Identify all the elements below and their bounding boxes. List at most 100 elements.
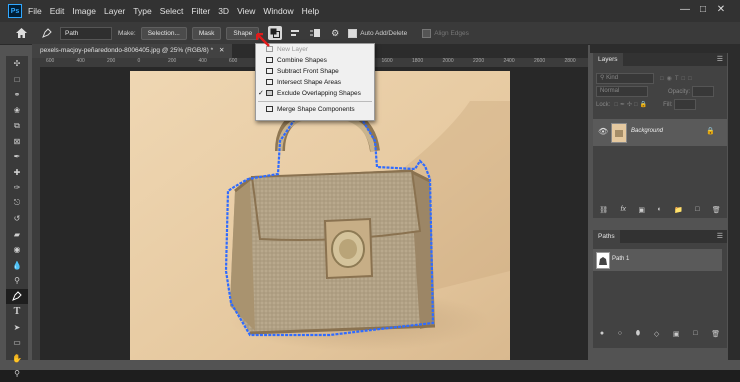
healing-brush-tool-icon[interactable]: ✚ (6, 165, 28, 181)
group-icon[interactable]: 📁 (674, 206, 683, 214)
make-selection-button[interactable]: Selection... (140, 26, 187, 40)
align-edges-checkbox[interactable]: Align Edges (422, 28, 469, 38)
menu-item-label: Merge Shape Components (277, 106, 355, 113)
delete-path-icon[interactable]: 🗑 (711, 330, 720, 338)
history-brush-tool-icon[interactable]: ↺ (6, 211, 28, 227)
paths-tab[interactable]: Paths (593, 230, 620, 243)
menu-window[interactable]: Window (263, 6, 293, 16)
new-path-icon[interactable]: □ (693, 330, 697, 337)
highlight-arrow-icon (256, 33, 270, 47)
close-icon[interactable]: ✕ (714, 3, 728, 17)
type-tool-icon[interactable]: T (6, 304, 28, 320)
layer-filter-row: ⚲ Kind □◉T□□ (593, 72, 727, 85)
menu-select[interactable]: Select (160, 6, 184, 16)
path-operations-icon[interactable] (268, 26, 283, 40)
load-as-selection-icon[interactable]: ⬮ (636, 330, 640, 338)
stroke-path-icon[interactable]: ○ (618, 330, 622, 337)
path-alignment-icon[interactable] (288, 26, 302, 40)
path-arrangement-icon[interactable] (308, 26, 322, 40)
pen-tool-icon[interactable] (6, 288, 28, 304)
layer-background-row[interactable]: 👁 Background 🔒 (593, 119, 727, 146)
menu-item-new-layer[interactable]: New Layer (256, 44, 374, 55)
kind-filter-label: Kind (606, 75, 619, 81)
ruler-tick-label: 2200 (473, 58, 485, 64)
minimize-icon[interactable]: — (678, 3, 692, 17)
eye-icon[interactable]: 👁 (598, 127, 608, 136)
ruler-tick-label: 600 (229, 58, 238, 64)
blend-mode-select[interactable]: Normal (596, 86, 648, 97)
marquee-tool-icon[interactable]: □ (6, 72, 28, 88)
hand-tool-icon[interactable]: ✋ (6, 351, 28, 367)
kind-filter-select[interactable]: ⚲ Kind (596, 73, 654, 84)
document-tab[interactable]: pexels-macjoy-peñaredondo-8006405.jpg @ … (32, 44, 233, 58)
add-mask-icon[interactable]: ▣ (673, 330, 680, 338)
auto-add-delete-checkbox[interactable]: Auto Add/Delete (348, 28, 407, 38)
dodge-tool-icon[interactable]: ⚲ (6, 273, 28, 289)
menu-filter[interactable]: Filter (191, 6, 210, 16)
right-collapse-bar (728, 44, 740, 360)
fill-path-icon[interactable]: ● (600, 330, 604, 337)
menu-item-combine-shapes[interactable]: Combine Shapes (256, 55, 374, 66)
menu-item-intersect-shape-areas[interactable]: Intersect Shape Areas (256, 77, 374, 88)
adjustment-layer-icon[interactable]: ◐ (657, 206, 661, 213)
quick-selection-tool-icon[interactable]: ❀ (6, 103, 28, 119)
clone-stamp-tool-icon[interactable]: ⎋ (6, 196, 28, 212)
ruler-tick-label: 2800 (564, 58, 576, 64)
pen-tool-icon[interactable] (40, 26, 54, 40)
maximize-icon[interactable]: □ (696, 3, 710, 17)
blend-row: Normal Opacity: (593, 85, 727, 98)
make-shape-button[interactable]: Shape (226, 26, 260, 40)
path-selection-tool-icon[interactable]: ➤ (6, 320, 28, 336)
align-edges-label: Align Edges (434, 29, 469, 37)
panel-menu-icon[interactable]: ☰ (717, 230, 723, 243)
crop-tool-icon[interactable]: ⧉ (6, 118, 28, 134)
layer-name: Background (631, 128, 664, 134)
layers-panel-header: Layers ☰ (593, 53, 727, 66)
menu-layer[interactable]: Layer (104, 6, 125, 16)
menu-item-subtract-front-shape[interactable]: Subtract Front Shape (256, 66, 374, 77)
fx-icon[interactable]: fx (621, 206, 626, 213)
brush-tool-icon[interactable]: ✑ (6, 180, 28, 196)
menu-3d[interactable]: 3D (218, 6, 229, 16)
menu-item-exclude-overlapping-shapes[interactable]: ✓ Exclude Overlapping Shapes (256, 88, 374, 99)
document-tab-title: pexels-macjoy-peñaredondo-8006405.jpg @ … (40, 47, 214, 54)
menu-item-merge-shape-components[interactable]: Merge Shape Components (256, 104, 374, 115)
home-icon[interactable] (14, 26, 28, 40)
layers-tab[interactable]: Layers (593, 53, 623, 66)
delete-layer-icon[interactable]: 🗑 (712, 206, 721, 214)
zoom-tool-icon[interactable]: ⚲ (6, 366, 28, 382)
close-tab-icon[interactable]: ✕ (219, 47, 224, 54)
ruler-tick-label: 400 (198, 58, 207, 64)
gear-icon[interactable]: ⚙ (328, 26, 342, 40)
panel-collapse-strip[interactable]: » (590, 44, 740, 53)
make-work-path-icon[interactable]: ◇ (654, 330, 659, 338)
fill-field[interactable] (674, 99, 697, 110)
panel-menu-icon[interactable]: ☰ (717, 53, 723, 66)
new-layer-icon[interactable]: □ (695, 206, 699, 213)
frame-tool-icon[interactable]: ⊠ (6, 134, 28, 150)
menu-view[interactable]: View (237, 6, 255, 16)
paint-bucket-tool-icon[interactable]: ◉ (6, 242, 28, 258)
tool-mode-select[interactable]: Path (60, 26, 112, 40)
make-mask-button[interactable]: Mask (191, 26, 222, 40)
ruler-tick-label: 200 (107, 58, 116, 64)
menu-help[interactable]: Help (302, 6, 319, 16)
ruler-tick-label: 2000 (442, 58, 454, 64)
ruler-tick-label: 2600 (534, 58, 546, 64)
opacity-field[interactable] (692, 86, 715, 97)
rectangle-tool-icon[interactable]: ▭ (6, 335, 28, 351)
photoshop-window: Ps File Edit Image Layer Type Select Fil… (0, 0, 740, 378)
move-tool-icon[interactable]: ✣ (6, 56, 28, 72)
eyedropper-tool-icon[interactable]: ✒ (6, 149, 28, 165)
menu-file[interactable]: File (28, 6, 42, 16)
lasso-tool-icon[interactable]: ⚭ (6, 87, 28, 103)
link-layers-icon[interactable]: ⛓ (599, 206, 608, 214)
menu-image[interactable]: Image (72, 6, 96, 16)
eraser-tool-icon[interactable]: ▰ (6, 227, 28, 243)
menu-type[interactable]: Type (133, 6, 151, 16)
path-row[interactable]: Path 1 (593, 249, 722, 271)
blur-tool-icon[interactable]: 💧 (6, 258, 28, 274)
add-mask-icon[interactable]: ▣ (638, 206, 645, 214)
menu-edit[interactable]: Edit (50, 6, 65, 16)
lock-icons: □✒✣□🔒 (614, 102, 650, 108)
